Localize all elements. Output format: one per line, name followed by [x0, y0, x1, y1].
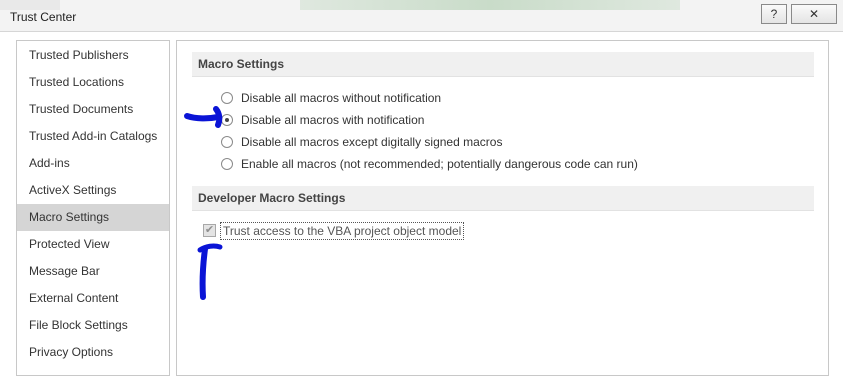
radio-button[interactable] [221, 158, 233, 170]
radio-label: Disable all macros with notification [241, 113, 425, 127]
radio-button[interactable] [221, 136, 233, 148]
nav-item-message-bar[interactable]: Message Bar [17, 258, 169, 285]
radio-label: Enable all macros (not recommended; pote… [241, 157, 638, 171]
radio-button-selected[interactable] [221, 114, 233, 126]
nav-item-trusted-documents[interactable]: Trusted Documents [17, 96, 169, 123]
radio-label: Disable all macros except digitally sign… [241, 135, 503, 149]
trust-center-nav: Trusted Publishers Trusted Locations Tru… [16, 40, 170, 376]
nav-item-trusted-locations[interactable]: Trusted Locations [17, 69, 169, 96]
title-bar: Trust Center ? ✕ [0, 0, 843, 32]
nav-item-privacy-options[interactable]: Privacy Options [17, 339, 169, 366]
nav-item-macro-settings[interactable]: Macro Settings [17, 204, 169, 231]
trust-vba-access-label: Trust access to the VBA project object m… [220, 222, 465, 240]
nav-item-trusted-publishers[interactable]: Trusted Publishers [17, 42, 169, 69]
trust-vba-access-checkbox[interactable]: ✔ [203, 224, 216, 237]
help-icon: ? [770, 7, 778, 21]
close-button[interactable]: ✕ [791, 4, 837, 24]
nav-item-external-content[interactable]: External Content [17, 285, 169, 312]
developer-macro-settings-header: Developer Macro Settings [192, 186, 814, 211]
background-window-strip [0, 0, 60, 10]
nav-item-add-ins[interactable]: Add-ins [17, 150, 169, 177]
close-icon: ✕ [808, 7, 820, 21]
help-button[interactable]: ? [761, 4, 787, 24]
nav-item-protected-view[interactable]: Protected View [17, 231, 169, 258]
radio-button[interactable] [221, 92, 233, 104]
macro-settings-pane: Macro Settings Disable all macros withou… [176, 40, 829, 376]
window-title: Trust Center [10, 10, 77, 24]
nav-item-file-block-settings[interactable]: File Block Settings [17, 312, 169, 339]
background-window-strip [300, 0, 680, 10]
radio-label: Disable all macros without notification [241, 91, 442, 105]
nav-item-trusted-add-in-catalogs[interactable]: Trusted Add-in Catalogs [17, 123, 169, 150]
nav-item-activex-settings[interactable]: ActiveX Settings [17, 177, 169, 204]
checkmark-icon: ✔ [204, 224, 215, 236]
macro-settings-header: Macro Settings [192, 52, 814, 77]
